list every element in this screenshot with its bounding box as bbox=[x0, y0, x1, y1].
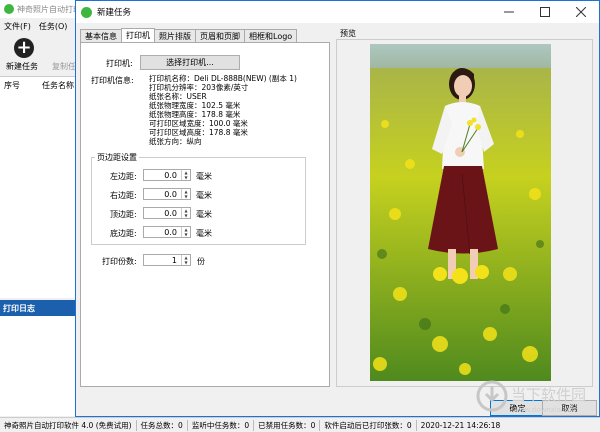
copies-value[interactable]: 1 bbox=[144, 256, 181, 265]
maximize-button[interactable] bbox=[527, 1, 563, 23]
left-margin-unit: 毫米 bbox=[196, 172, 212, 181]
spinner-arrows-icon[interactable]: ▲ ▼ bbox=[181, 189, 190, 199]
status-disabled-tasks: 已禁用任务数：0 bbox=[254, 419, 321, 431]
new-task-icon[interactable]: + bbox=[14, 38, 34, 58]
printer-info-name: 打印机名称：Deli DL-888B(NEW) (副本 1) bbox=[149, 74, 297, 83]
tab-frame-logo[interactable]: 相框和Logo bbox=[244, 29, 298, 43]
bottom-margin-unit: 毫米 bbox=[196, 229, 212, 238]
copies-spinner[interactable]: 1 ▲ ▼ bbox=[143, 254, 191, 266]
print-log-title: 打印日志 bbox=[0, 300, 76, 316]
copies-label: 打印份数: bbox=[102, 257, 137, 266]
bottom-margin-label: 底边距: bbox=[110, 229, 137, 238]
watermark-text-cn: 当下软件园 bbox=[511, 386, 586, 404]
watermark-logo-icon: 当下软件园 www.downxia.com bbox=[476, 380, 586, 414]
new-task-dialog: 新建任务 基本信息 打印机 照片排版 页眉和页脚 相框和Logo 打印机: 选择… bbox=[75, 0, 600, 417]
bottom-margin-spinner[interactable]: 0.0 ▲ ▼ bbox=[143, 226, 191, 238]
right-margin-spinner[interactable]: 0.0 ▲ ▼ bbox=[143, 188, 191, 200]
menu-file[interactable]: 文件(F) bbox=[4, 21, 31, 32]
site-watermark: 当下软件园 www.downxia.com bbox=[475, 378, 600, 418]
main-title-bar: 神奇照片自动打印软件 bbox=[0, 0, 80, 18]
status-datetime: 2020-12-21 14:26:18 bbox=[420, 420, 501, 430]
status-app-version: 神奇照片自动打印软件 4.0 (免费试用) bbox=[0, 419, 137, 431]
top-margin-unit: 毫米 bbox=[196, 210, 212, 219]
print-log-panel bbox=[0, 316, 76, 416]
printer-info-printable-width: 可打印区域宽度：100.0 毫米 bbox=[149, 119, 248, 128]
main-menu-bar: 文件(F) 任务(O) bbox=[0, 19, 80, 33]
minimize-icon bbox=[504, 11, 514, 13]
top-margin-label: 顶边距: bbox=[110, 210, 137, 219]
printer-info-label: 打印机信息: bbox=[91, 76, 134, 85]
close-icon bbox=[576, 7, 586, 17]
printer-info-paper-name: 纸张名称：USER bbox=[149, 92, 207, 101]
main-toolbar: + 新建任务 复制任 bbox=[0, 34, 76, 74]
printer-label: 打印机: bbox=[106, 59, 133, 68]
preview-label: 预览 bbox=[340, 29, 356, 38]
top-margin-spinner[interactable]: 0.0 ▲ ▼ bbox=[143, 207, 191, 219]
tab-header-footer[interactable]: 页眉和页脚 bbox=[195, 29, 245, 43]
maximize-icon bbox=[540, 7, 550, 17]
top-margin-value[interactable]: 0.0 bbox=[144, 209, 181, 218]
printer-info-resolution: 打印机分辨率：203像素/英寸 bbox=[149, 83, 249, 92]
main-window-title: 神奇照片自动打印软件 bbox=[17, 4, 77, 14]
spinner-arrows-icon[interactable]: ▲ ▼ bbox=[181, 208, 190, 218]
watermark-text-en: www.downxia.com bbox=[513, 406, 578, 414]
dialog-title-bar[interactable]: 新建任务 bbox=[76, 1, 599, 23]
right-margin-value[interactable]: 0.0 bbox=[144, 190, 181, 199]
left-margin-label: 左边距: bbox=[110, 172, 137, 181]
tab-printer[interactable]: 打印机 bbox=[121, 28, 155, 43]
bottom-margin-value[interactable]: 0.0 bbox=[144, 228, 181, 237]
new-task-button[interactable]: 新建任务 bbox=[6, 61, 38, 72]
select-printer-button[interactable]: 选择打印机... bbox=[140, 55, 240, 70]
copy-task-button[interactable]: 复制任 bbox=[52, 61, 76, 72]
spinner-arrows-icon[interactable]: ▲ ▼ bbox=[181, 255, 190, 265]
status-bar: 神奇照片自动打印软件 4.0 (免费试用) 任务总数：0 监听中任务数：0 已禁… bbox=[0, 417, 600, 432]
preview-photo-image bbox=[370, 44, 551, 381]
menu-task[interactable]: 任务(O) bbox=[39, 21, 68, 32]
minimize-button[interactable] bbox=[491, 1, 527, 23]
preview-photo bbox=[370, 44, 551, 381]
dialog-app-icon bbox=[81, 6, 92, 18]
close-button[interactable] bbox=[563, 1, 599, 23]
status-listening-tasks: 监听中任务数：0 bbox=[188, 419, 255, 431]
dialog-title: 新建任务 bbox=[97, 8, 132, 18]
status-printed-count: 软件启动后已打印张数：0 bbox=[320, 419, 417, 431]
right-margin-label: 右边距: bbox=[110, 191, 137, 200]
right-margin-unit: 毫米 bbox=[196, 191, 212, 200]
task-table-header: 序号 任务名称 bbox=[0, 76, 76, 94]
status-task-total: 任务总数：0 bbox=[137, 419, 188, 431]
left-margin-spinner[interactable]: 0.0 ▲ ▼ bbox=[143, 169, 191, 181]
printer-info-orientation: 纸张方向：纵向 bbox=[149, 137, 202, 146]
tab-photo-layout[interactable]: 照片排版 bbox=[154, 29, 196, 43]
printer-info-paper-height: 纸张物理高度：178.8 毫米 bbox=[149, 110, 241, 119]
column-header-index[interactable]: 序号 bbox=[0, 80, 38, 91]
spinner-arrows-icon[interactable]: ▲ ▼ bbox=[181, 227, 190, 237]
margin-settings-title: 页边距设置 bbox=[95, 152, 139, 163]
spinner-arrows-icon[interactable]: ▲ ▼ bbox=[181, 170, 190, 180]
printer-info-paper-width: 纸张物理宽度：102.5 毫米 bbox=[149, 101, 241, 110]
task-table[interactable] bbox=[0, 93, 76, 298]
app-logo-icon bbox=[4, 4, 14, 14]
tab-basic-info[interactable]: 基本信息 bbox=[80, 29, 122, 43]
dialog-tabs: 基本信息 打印机 照片排版 页眉和页脚 相框和Logo bbox=[80, 28, 298, 43]
printer-info-printable-height: 可打印区域高度：178.8 毫米 bbox=[149, 128, 248, 137]
column-header-task-name[interactable]: 任务名称 bbox=[38, 80, 76, 91]
left-margin-value[interactable]: 0.0 bbox=[144, 171, 181, 180]
copies-unit: 份 bbox=[197, 257, 205, 266]
